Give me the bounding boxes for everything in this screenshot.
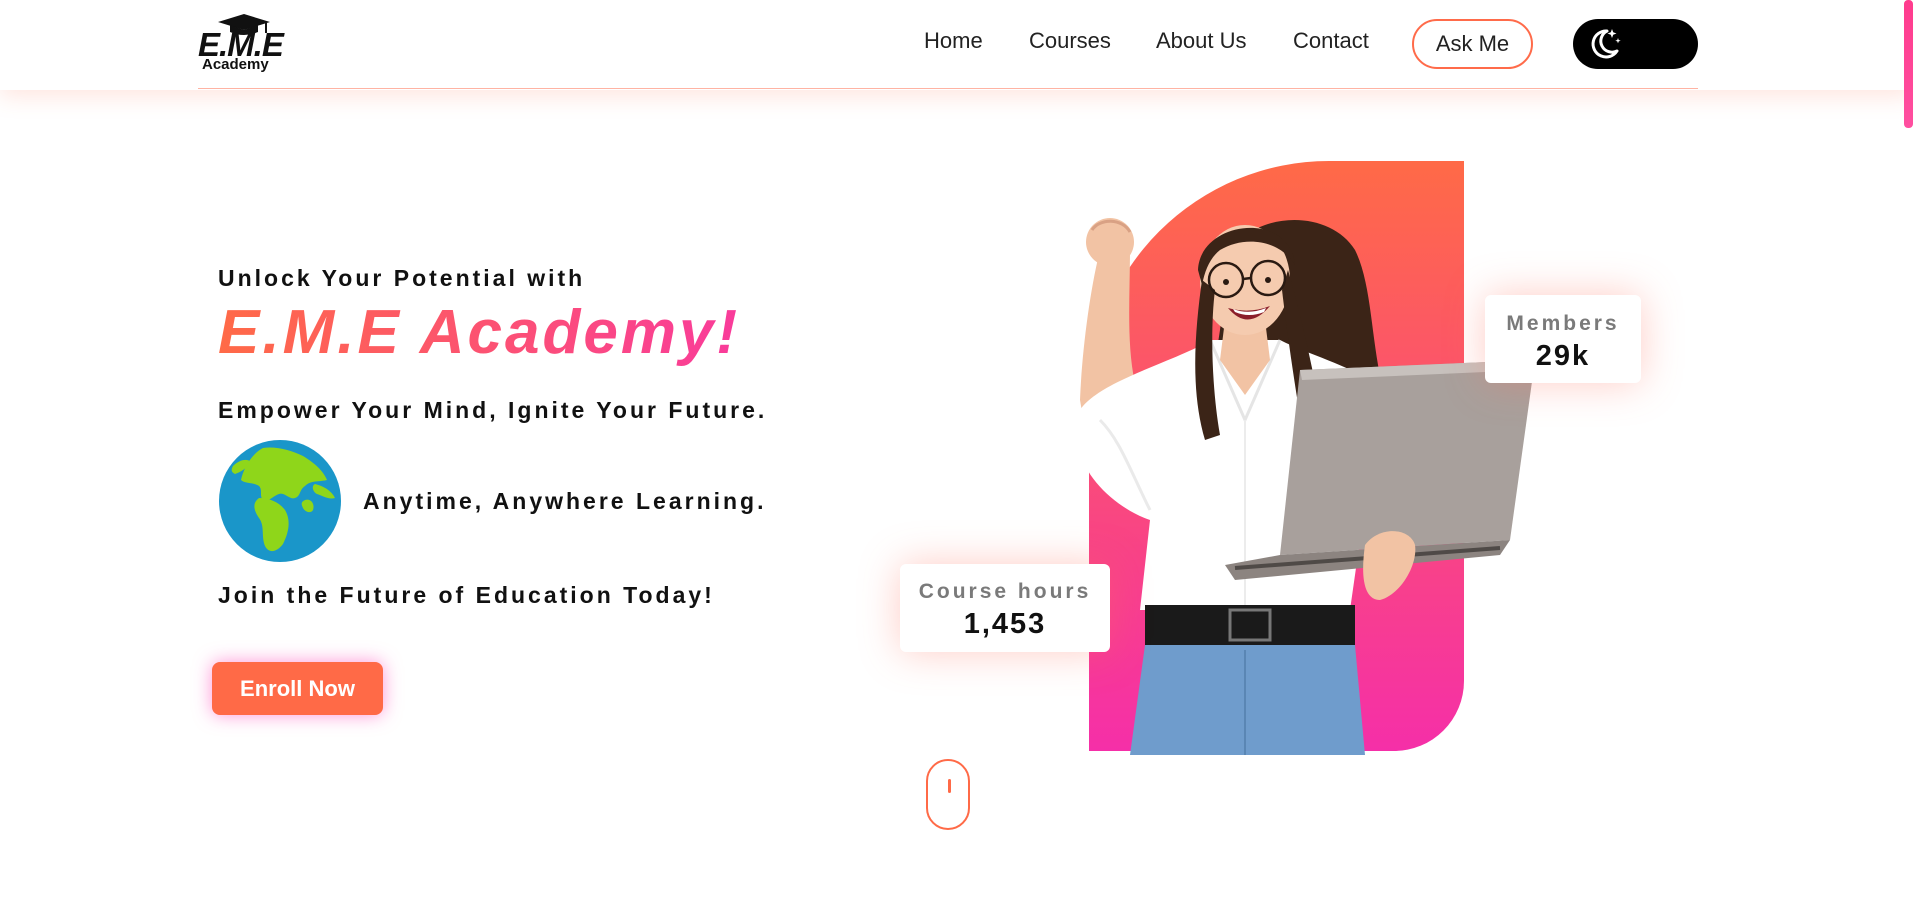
hero-anytime-text: Anytime, Anywhere Learning. xyxy=(363,488,767,514)
hero-join-text: Join the Future of Education Today! xyxy=(218,582,715,608)
course-hours-value: 1,453 xyxy=(963,608,1047,640)
members-stat-card: Members 29k xyxy=(1485,295,1641,383)
nav-courses[interactable]: Courses xyxy=(1029,30,1111,52)
nav-contact[interactable]: Contact xyxy=(1293,30,1369,52)
logo-sub-text: Academy xyxy=(202,56,269,73)
mouse-wheel-icon xyxy=(948,779,951,793)
theme-toggle[interactable] xyxy=(1573,19,1698,69)
hero-headline: E.M.E Academy! xyxy=(218,298,741,367)
enroll-now-button[interactable]: Enroll Now xyxy=(212,662,383,715)
student-with-laptop-image xyxy=(1080,218,1535,755)
hero-tagline: Empower Your Mind, Ignite Your Future. xyxy=(218,397,768,423)
members-label: Members xyxy=(1506,312,1620,335)
moon-stars-icon xyxy=(1591,29,1621,59)
ask-me-button[interactable]: Ask Me xyxy=(1412,19,1533,69)
members-value: 29k xyxy=(1535,340,1591,372)
nav-home[interactable]: Home xyxy=(924,30,983,52)
header-divider xyxy=(198,88,1698,89)
course-hours-label: Course hours xyxy=(918,580,1092,603)
scroll-down-indicator[interactable] xyxy=(926,759,970,830)
hero-eyebrow: Unlock Your Potential with xyxy=(218,265,586,291)
page-scrollbar[interactable] xyxy=(1904,0,1913,128)
academy-logo[interactable]: E.M.E Academy xyxy=(198,12,290,74)
course-hours-stat-card: Course hours 1,453 xyxy=(900,564,1110,652)
site-header: E.M.E Academy Home Courses About Us Cont… xyxy=(0,0,1913,90)
nav-about-us[interactable]: About Us xyxy=(1156,30,1247,52)
globe-icon xyxy=(219,440,341,562)
